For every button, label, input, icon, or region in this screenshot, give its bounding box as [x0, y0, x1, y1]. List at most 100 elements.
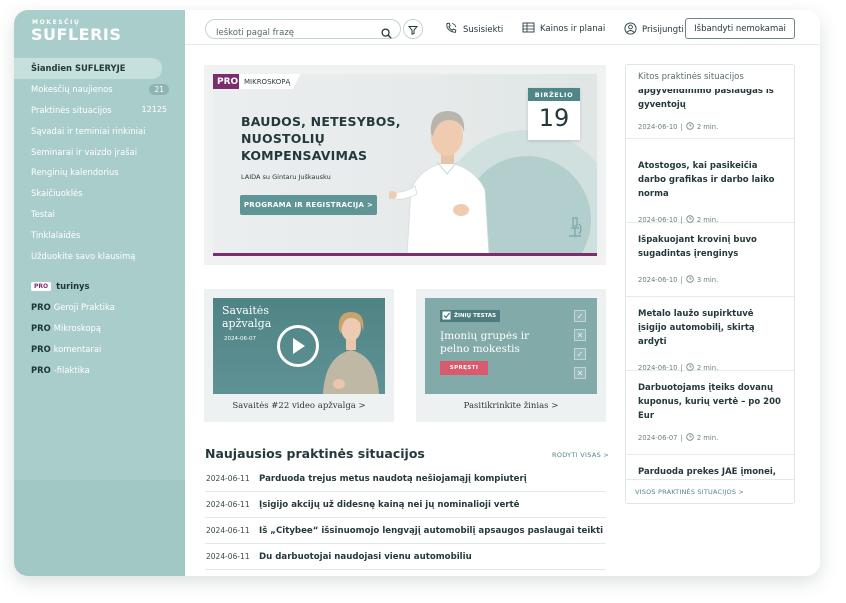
separator: | — [680, 434, 683, 442]
list-item-date: 2024-06-11 — [206, 526, 250, 535]
login-label: Prisijungti — [642, 25, 684, 35]
pro-label: PRO — [213, 74, 243, 89]
list-item-title[interactable]: Iš „Citybee“ išsinuomojo lengvąjį automo… — [259, 526, 603, 536]
sidebar-item-collections[interactable]: Sąvadai ir teminiai rinkiniai — [14, 120, 185, 141]
list-item[interactable]: 2024-06-11 Iš „Citybee“ išsinuomojo leng… — [205, 518, 606, 544]
try-free-button[interactable]: Išbandyti nemokamai — [685, 18, 795, 39]
panel-item-title[interactable]: Parduoda prekes JAE įmonei, — [638, 465, 782, 479]
show-all-link[interactable]: RODYTI VISAS > — [552, 451, 609, 459]
sidebar-item-ask-question[interactable]: Užduokite savo klausimą — [14, 245, 185, 266]
sidebar-item-label: Renginių kalendorius — [31, 167, 119, 178]
quiz-tag: ŽINIŲ TESTAS — [440, 310, 501, 322]
sidebar-item-events[interactable]: Renginių kalendorius — [14, 162, 185, 183]
video-caption-link[interactable]: Savaitės #22 video apžvalga > — [204, 401, 394, 411]
pro-prefix: PRO — [31, 343, 51, 354]
phone-icon — [445, 22, 458, 37]
banner-accent-line — [213, 253, 597, 256]
event-banner[interactable]: BIRŽELIO 19 PRO MIKROSKOPĄ BAUDOS, NETES… — [204, 65, 606, 265]
panel-list-item[interactable]: Parduoda prekes JAE įmonei, — [626, 455, 794, 479]
sidebar-item-label: Užduokite savo klausimą — [31, 250, 136, 261]
logo[interactable]: SUFLERIS — [31, 25, 121, 44]
video-review-card[interactable]: Savaitės apžvalga 2024-06-07 Savaitės #2… — [204, 289, 394, 422]
presenter-photo — [323, 312, 379, 394]
search-input[interactable] — [206, 24, 366, 42]
sidebar-item-tax-news[interactable]: Mokesčių naujienos 21 — [14, 79, 185, 100]
panel-list-item[interactable]: Atostogos, kai pasikeičia darbo grafikas… — [626, 149, 794, 224]
separator: | — [680, 276, 683, 284]
sidebar-item-today[interactable]: Šiandien SUFLERYJE — [14, 58, 162, 79]
sidebar-item-pro-microscope[interactable]: PRO Mikroskopą — [14, 318, 185, 339]
login-link[interactable]: Prisijungti — [624, 22, 684, 38]
video-title: Savaitės apžvalga — [222, 304, 271, 330]
panel-heading: Kitos praktinės situacijos — [626, 65, 794, 89]
sidebar-item-pro-comments[interactable]: PRO komentarai — [14, 338, 185, 359]
sidebar-item-pro-good-practice[interactable]: PRO Geroji Praktika — [14, 297, 185, 318]
panel-list-item[interactable]: Išpakuojant krovinį buvo sugadintas įren… — [626, 223, 794, 297]
filter-button[interactable] — [403, 19, 423, 39]
panel-item-title[interactable]: apgyvendinimo paslaugas iš gyventojų — [638, 89, 782, 112]
sidebar-item-practical-situations[interactable]: Praktinės situacijos 12125 — [14, 100, 185, 121]
latest-situations-heading: Naujausios praktinės situacijos — [205, 446, 425, 461]
quiz-tag-label: ŽINIŲ TESTAS — [454, 313, 497, 319]
sidebar-item-podcasts[interactable]: Tinklalaidės — [14, 224, 185, 245]
pricing-label: Kainos ir planai — [540, 24, 606, 34]
video-title-line: apžvalga — [222, 317, 272, 330]
search-icon[interactable] — [381, 24, 392, 43]
check-icon: ✓ — [574, 348, 586, 360]
list-item-title[interactable]: Parduoda trejus metus naudotą nešiojamąj… — [259, 474, 527, 484]
sidebar-footer-area — [14, 480, 185, 576]
sidebar-item-label: Šiandien SUFLERYJE — [31, 63, 126, 74]
list-item[interactable]: 2024-06-11 Įsigijo akcijų už didesnę kai… — [205, 492, 606, 518]
quiz-card[interactable]: ŽINIŲ TESTAS Įmonių grupės ir pelno moke… — [416, 289, 606, 422]
video-date: 2024-06-07 — [224, 336, 256, 342]
quiz-title-line: Įmonių grupės ir — [440, 330, 530, 342]
sidebar-item-label: Testai — [31, 208, 55, 219]
separator: | — [680, 123, 683, 131]
panel-item-title[interactable]: Darbuotojams įteiks dovanų kuponus, kuri… — [638, 381, 782, 423]
sidebar-item-label: Skaičiuoklės — [31, 188, 83, 199]
panel-list-item[interactable]: Metalo laužo supirktuvė įsigijo automobi… — [626, 297, 794, 372]
all-situations-link[interactable]: VISOS PRAKTINĖS SITUACIJOS > — [626, 479, 794, 503]
sidebar-item-seminars[interactable]: Seminarai ir vaizdo įrašai — [14, 141, 185, 162]
table-icon — [522, 22, 535, 36]
clock-icon — [686, 275, 694, 285]
date-month: BIRŽELIO — [528, 88, 580, 101]
sidebar-item-pro-content[interactable]: PRO turinys — [14, 276, 185, 297]
panel-item-title[interactable]: Atostogos, kai pasikeičia darbo grafikas… — [638, 159, 782, 201]
count-badge: 21 — [149, 83, 169, 95]
other-situations-panel: Kitos praktinės situacijos apgyvendinimo… — [625, 64, 795, 504]
video-thumbnail[interactable]: Savaitės apžvalga 2024-06-07 — [213, 298, 385, 394]
sidebar-item-tests[interactable]: Testai — [14, 204, 185, 225]
cross-icon: ✕ — [574, 367, 586, 379]
contact-link[interactable]: Susisiekti — [445, 22, 503, 37]
panel-list-item[interactable]: apgyvendinimo paslaugas iš gyventojų 202… — [626, 89, 794, 139]
quiz-caption-link[interactable]: Pasitikrinkite žinias > — [416, 401, 606, 411]
panel-item-title[interactable]: Metalo laužo supirktuvė įsigijo automobi… — [638, 307, 782, 349]
read-time: 2 min. — [696, 123, 719, 131]
panel-list-item[interactable]: Darbuotojams įteiks dovanų kuponus, kuri… — [626, 371, 794, 455]
checkbox-icon — [442, 311, 451, 322]
app-window: MOKESČIŲ SUFLERIS Šiandien SUFLERYJE Mok… — [14, 10, 820, 576]
sidebar-item-calculators[interactable]: Skaičiuoklės — [14, 183, 185, 204]
quiz-image[interactable]: ŽINIŲ TESTAS Įmonių grupės ir pelno moke… — [425, 298, 597, 394]
sidebar-item-label: turinys — [56, 281, 90, 292]
list-item[interactable]: 2024-06-11 Parduoda trejus metus naudotą… — [205, 466, 606, 492]
play-button[interactable] — [277, 325, 319, 367]
quiz-title: Įmonių grupės ir pelno mokestis — [440, 330, 529, 356]
banner-section-label: MIKROSKOPĄ — [239, 74, 301, 89]
read-time: 3 min. — [696, 276, 719, 284]
user-icon — [624, 22, 637, 38]
sidebar-item-label: -filaktika — [53, 364, 90, 375]
list-item-title[interactable]: Įsigijo akcijų už didesnę kainą nei jų n… — [259, 500, 519, 510]
sidebar-item-pro-filaktika[interactable]: PRO -filaktika — [14, 359, 185, 380]
list-item[interactable]: 2024-06-11 Du darbuotojai naudojasi vien… — [205, 544, 606, 570]
registration-button[interactable]: PROGRAMA IR REGISTRACIJA > — [240, 195, 377, 215]
panel-scroll-area[interactable]: apgyvendinimo paslaugas iš gyventojų 202… — [626, 89, 794, 479]
pricing-link[interactable]: Kainos ir planai — [522, 22, 605, 36]
list-item-title[interactable]: Du darbuotojai naudojasi vienu automobil… — [259, 552, 472, 562]
panel-item-title[interactable]: Išpakuojant krovinį buvo sugadintas įren… — [638, 233, 782, 261]
sidebar-item-label: komentarai — [53, 343, 102, 354]
clock-icon — [686, 122, 694, 132]
solve-button[interactable]: SPRĘSTI — [440, 361, 488, 375]
